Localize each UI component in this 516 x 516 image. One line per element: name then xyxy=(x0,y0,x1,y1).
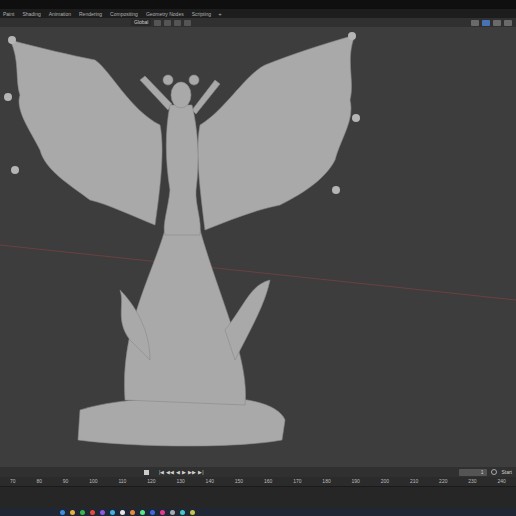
frame-tick: 230 xyxy=(468,478,476,485)
frame-tick: 100 xyxy=(89,478,97,485)
app-icon[interactable] xyxy=(60,510,65,515)
sculpt-model-icon xyxy=(0,27,516,467)
frame-tick: 80 xyxy=(36,478,42,485)
transport-button[interactable]: ▶▶ xyxy=(188,468,196,476)
transport-button[interactable]: ◀◀ xyxy=(166,468,174,476)
timeline-header: |◀◀◀◀▶▶▶▶|1Start xyxy=(0,467,516,477)
app-icon[interactable] xyxy=(160,510,165,515)
snap-icon[interactable] xyxy=(154,20,161,26)
app-icon[interactable] xyxy=(130,510,135,515)
start-label: Start xyxy=(501,469,512,476)
frame-tick: 140 xyxy=(206,478,214,485)
snap-icon[interactable] xyxy=(164,20,171,26)
workspace-tab[interactable]: Compositing xyxy=(109,10,139,18)
frame-tick: 90 xyxy=(63,478,69,485)
frame-tick: 240 xyxy=(497,478,505,485)
title-strip xyxy=(0,0,516,9)
workspace-tab[interactable]: Animation xyxy=(48,10,72,18)
shading-icon[interactable] xyxy=(504,20,512,26)
taskbar xyxy=(0,508,516,516)
snap-icon[interactable] xyxy=(184,20,191,26)
workspace-tabs: Paint Shading Animation Rendering Compositin… xyxy=(0,9,516,18)
app-icon[interactable] xyxy=(190,510,195,515)
timeline-area[interactable] xyxy=(0,486,516,508)
app-icon[interactable] xyxy=(110,510,115,515)
workspace-tab[interactable]: Paint xyxy=(2,10,15,18)
current-frame-field[interactable]: 1 xyxy=(459,469,487,476)
snap-icon[interactable] xyxy=(174,20,181,26)
workspace-tab[interactable]: Shading xyxy=(21,10,41,18)
app-icon[interactable] xyxy=(170,510,175,515)
frame-tick: 210 xyxy=(410,478,418,485)
workspace-tab[interactable]: Scripting xyxy=(191,10,212,18)
frame-tick: 190 xyxy=(352,478,360,485)
shading-icon[interactable] xyxy=(482,20,490,26)
workspace-tab[interactable]: Geometry Nodes xyxy=(145,10,185,18)
add-tab-button[interactable]: + xyxy=(218,10,222,18)
viewport-header: Global xyxy=(0,18,516,27)
app-icon[interactable] xyxy=(80,510,85,515)
workspace-tab[interactable]: Rendering xyxy=(78,10,103,18)
app-icon[interactable] xyxy=(100,510,105,515)
frame-tick: 120 xyxy=(147,478,155,485)
transport-button[interactable]: |◀ xyxy=(159,468,164,476)
app-icon[interactable] xyxy=(70,510,75,515)
keyframe-icon[interactable] xyxy=(144,470,149,475)
transform-options: Global xyxy=(131,19,191,26)
transport-controls: |◀◀◀◀▶▶▶▶| xyxy=(159,468,204,476)
shading-icon[interactable] xyxy=(493,20,501,26)
3d-viewport[interactable] xyxy=(0,27,516,467)
frame-tick: 150 xyxy=(235,478,243,485)
orientation-dropdown[interactable]: Global xyxy=(131,19,151,26)
app-icon[interactable] xyxy=(120,510,125,515)
frame-tick: 200 xyxy=(381,478,389,485)
transport-button[interactable]: ◀ xyxy=(176,468,180,476)
frame-tick: 160 xyxy=(264,478,272,485)
app-icon[interactable] xyxy=(140,510,145,515)
frame-tick: 110 xyxy=(118,478,126,485)
app-icon[interactable] xyxy=(90,510,95,515)
frame-tick: 220 xyxy=(439,478,447,485)
transport-button[interactable]: ▶ xyxy=(182,468,186,476)
app-icon[interactable] xyxy=(150,510,155,515)
timeline-ruler[interactable]: 70 80 90 100 110 120 130 140 150 160 170 180 190 200 2… xyxy=(0,477,516,486)
shading-icon[interactable] xyxy=(471,20,479,26)
app-icon[interactable] xyxy=(180,510,185,515)
clock-icon xyxy=(491,469,497,475)
frame-tick: 130 xyxy=(176,478,184,485)
shading-options xyxy=(471,20,512,26)
frame-tick: 180 xyxy=(322,478,330,485)
frame-tick: 70 xyxy=(10,478,16,485)
frame-tick: 170 xyxy=(293,478,301,485)
transport-button[interactable]: ▶| xyxy=(198,468,203,476)
